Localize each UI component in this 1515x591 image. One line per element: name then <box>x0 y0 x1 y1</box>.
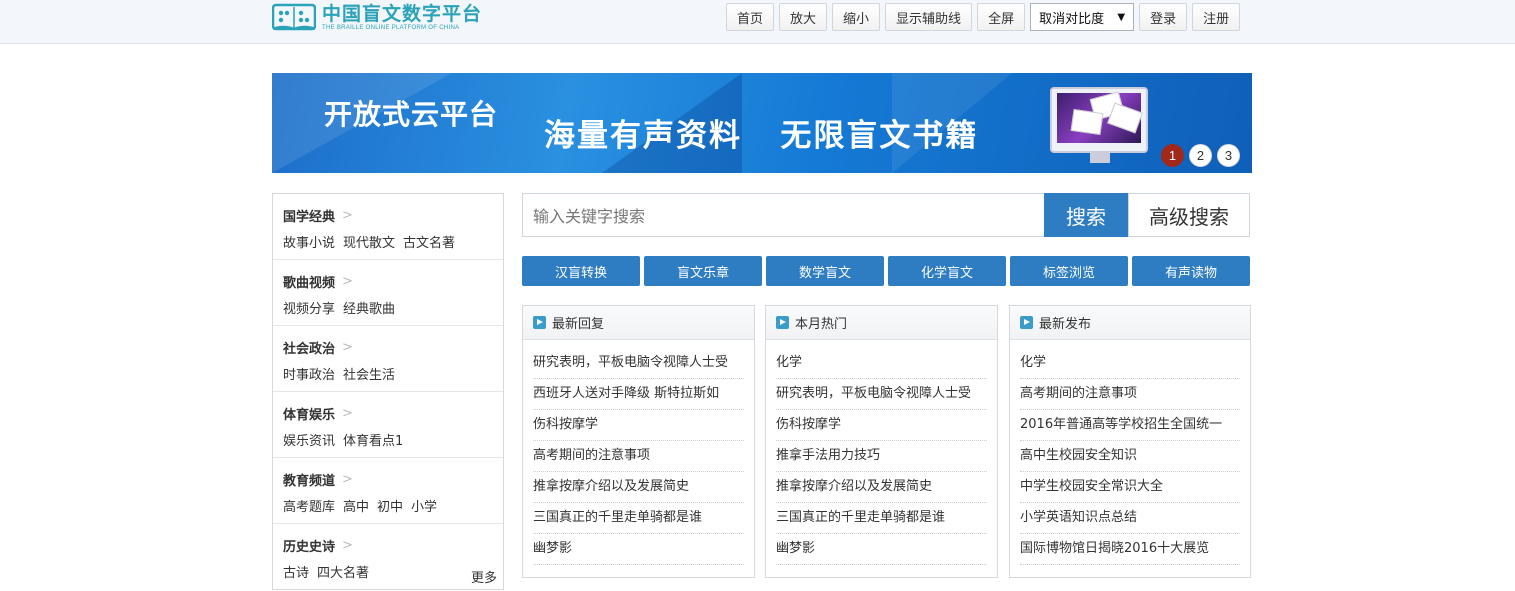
list-item[interactable]: 幽梦影 <box>776 534 987 565</box>
register-button[interactable]: 注册 <box>1192 3 1241 31</box>
list-item[interactable]: 西班牙人送对手降级 斯特拉斯如 <box>533 379 744 410</box>
chevron-right-icon: > <box>342 340 353 355</box>
list-item[interactable]: 2016年普通高等学校招生全国统一 <box>1020 410 1240 441</box>
guide-lines-button[interactable]: 显示辅助线 <box>885 3 973 31</box>
list-item[interactable]: 化学 <box>776 348 987 379</box>
list-item[interactable]: 中学生校园安全常识大全 <box>1020 472 1240 503</box>
feature-button[interactable]: 汉盲转换 <box>522 256 640 286</box>
feature-button[interactable]: 数学盲文 <box>766 256 884 286</box>
category-link[interactable]: 小学 <box>411 496 437 515</box>
carousel-dot-1[interactable]: 1 <box>1161 144 1184 167</box>
logo-title: 中国盲文数字平台 <box>322 2 483 25</box>
list-item[interactable]: 国际博物馆日揭晓2016十大展览 <box>1020 534 1240 565</box>
category-block: 歌曲视频 > 视频分享 经典歌曲 <box>273 260 503 326</box>
category-title[interactable]: 教育频道 > <box>283 470 493 489</box>
category-title[interactable]: 历史史诗 > <box>283 536 493 555</box>
top-bar: 中国盲文数字平台 THE BRAILLE ONLINE PLATFORM OF … <box>0 0 1515 44</box>
fullscreen-button[interactable]: 全屏 <box>977 3 1026 31</box>
list-item[interactable]: 化学 <box>1020 348 1240 379</box>
category-link[interactable]: 社会生活 <box>343 364 395 383</box>
category-title[interactable]: 歌曲视频 > <box>283 272 493 291</box>
category-block: 教育频道 > 高考题库 高中 初中 小学 <box>273 458 503 524</box>
list-item[interactable]: 小学英语知识点总结 <box>1020 503 1240 534</box>
category-link[interactable]: 高考题库 <box>283 496 335 515</box>
panel-title: 最新回复 <box>552 317 605 332</box>
list-item[interactable]: 推拿手法用力技巧 <box>776 441 987 472</box>
list-item[interactable]: 伤科按摩学 <box>533 410 744 441</box>
category-link[interactable]: 娱乐资讯 <box>283 430 335 449</box>
panel-title: 本月热门 <box>795 317 848 332</box>
contrast-select[interactable]: 取消对比度 ▼ <box>1030 3 1135 31</box>
contrast-select-value: 取消对比度 <box>1039 11 1105 27</box>
chevron-right-icon: > <box>342 274 353 289</box>
latest-published-panel: 最新发布 化学 高考期间的注意事项 2016年普通高等学校招生全国统一 高中生校… <box>1009 305 1251 578</box>
chevron-right-icon: > <box>342 208 353 223</box>
category-link[interactable]: 时事政治 <box>283 364 335 383</box>
category-link[interactable]: 现代散文 <box>343 232 395 251</box>
category-block: 国学经典 > 故事小说 现代散文 古文名著 <box>273 194 503 260</box>
list-item[interactable]: 高考期间的注意事项 <box>1020 379 1240 410</box>
banner-subtitle: 海量有声资料 无限盲文书籍 <box>544 118 979 154</box>
category-block: 体育娱乐 > 娱乐资讯 体育看点1 <box>273 392 503 458</box>
latest-replies-panel: 最新回复 研究表明，平板电脑令视障人士受 西班牙人送对手降级 斯特拉斯如 伤科按… <box>522 305 755 578</box>
banner-carousel[interactable]: 开放式云平台 海量有声资料 无限盲文书籍 1 2 3 <box>272 73 1252 173</box>
list-item[interactable]: 推拿按摩介绍以及发展简史 <box>776 472 987 503</box>
list-item[interactable]: 推拿按摩介绍以及发展简史 <box>533 472 744 503</box>
play-icon <box>533 316 546 329</box>
feature-buttons: 汉盲转换 盲文乐章 数学盲文 化学盲文 标签浏览 有声读物 <box>522 256 1254 286</box>
category-title[interactable]: 体育娱乐 > <box>283 404 493 423</box>
carousel-pagination: 1 2 3 <box>1161 144 1245 167</box>
category-link[interactable]: 高中 <box>343 496 369 515</box>
banner-title: 开放式云平台 <box>324 98 499 131</box>
category-link[interactable]: 古文名著 <box>403 232 455 251</box>
feature-button[interactable]: 有声读物 <box>1132 256 1250 286</box>
list-item[interactable]: 伤科按摩学 <box>776 410 987 441</box>
feature-button[interactable]: 盲文乐章 <box>644 256 762 286</box>
list-item[interactable]: 高考期间的注意事项 <box>533 441 744 472</box>
category-link[interactable]: 体育看点1 <box>343 430 403 449</box>
category-block: 历史史诗 > 古诗 四大名著 <box>273 524 503 590</box>
category-link[interactable]: 故事小说 <box>283 232 335 251</box>
chevron-right-icon: > <box>342 472 353 487</box>
category-block: 社会政治 > 时事政治 社会生活 <box>273 326 503 392</box>
category-title[interactable]: 国学经典 > <box>283 206 493 225</box>
braille-book-icon <box>271 3 317 33</box>
list-item[interactable]: 幽梦影 <box>533 534 744 565</box>
category-link[interactable]: 四大名著 <box>317 562 369 581</box>
monitor-illustration <box>1050 87 1148 163</box>
carousel-dot-3[interactable]: 3 <box>1217 144 1240 167</box>
category-sidebar: 国学经典 > 故事小说 现代散文 古文名著 歌曲视频 > 视频分享 经典歌曲 社会政… <box>272 193 504 590</box>
panel-title: 最新发布 <box>1039 317 1092 332</box>
zoom-in-button[interactable]: 放大 <box>779 3 828 31</box>
play-icon <box>776 316 789 329</box>
toolbar: 首页 放大 缩小 显示辅助线 全屏 取消对比度 ▼ 登录 注册 <box>726 3 1245 31</box>
carousel-dot-2[interactable]: 2 <box>1189 144 1212 167</box>
category-link[interactable]: 经典歌曲 <box>343 298 395 317</box>
category-title[interactable]: 社会政治 > <box>283 338 493 357</box>
chevron-right-icon: > <box>342 538 353 553</box>
play-icon <box>1020 316 1033 329</box>
feature-button[interactable]: 标签浏览 <box>1010 256 1128 286</box>
home-button[interactable]: 首页 <box>726 3 775 31</box>
category-link[interactable]: 古诗 <box>283 562 309 581</box>
advanced-search-button[interactable]: 高级搜索 <box>1128 193 1250 237</box>
category-link[interactable]: 视频分享 <box>283 298 335 317</box>
list-item[interactable]: 研究表明，平板电脑令视障人士受 <box>533 348 744 379</box>
list-item[interactable]: 高中生校园安全知识 <box>1020 441 1240 472</box>
monthly-hot-panel: 本月热门 化学 研究表明，平板电脑令视障人士受 伤科按摩学 推拿手法用力技巧 推… <box>765 305 998 578</box>
search-input[interactable]: 输入关键字搜索 <box>522 193 1044 237</box>
feature-button[interactable]: 化学盲文 <box>888 256 1006 286</box>
logo-subtitle: THE BRAILLE ONLINE PLATFORM OF CHINA <box>322 24 460 31</box>
login-button[interactable]: 登录 <box>1139 3 1188 31</box>
search-button[interactable]: 搜索 <box>1044 193 1128 237</box>
zoom-out-button[interactable]: 缩小 <box>832 3 881 31</box>
list-item[interactable]: 三国真正的千里走单骑都是谁 <box>533 503 744 534</box>
list-item[interactable]: 研究表明，平板电脑令视障人士受 <box>776 379 987 410</box>
more-categories-link[interactable]: 更多 <box>471 567 497 586</box>
category-link[interactable]: 初中 <box>377 496 403 515</box>
dropdown-arrow-icon: ▼ <box>1117 11 1126 23</box>
site-logo[interactable]: 中国盲文数字平台 THE BRAILLE ONLINE PLATFORM OF … <box>271 2 483 34</box>
list-item[interactable]: 三国真正的千里走单骑都是谁 <box>776 503 987 534</box>
chevron-right-icon: > <box>342 406 353 421</box>
